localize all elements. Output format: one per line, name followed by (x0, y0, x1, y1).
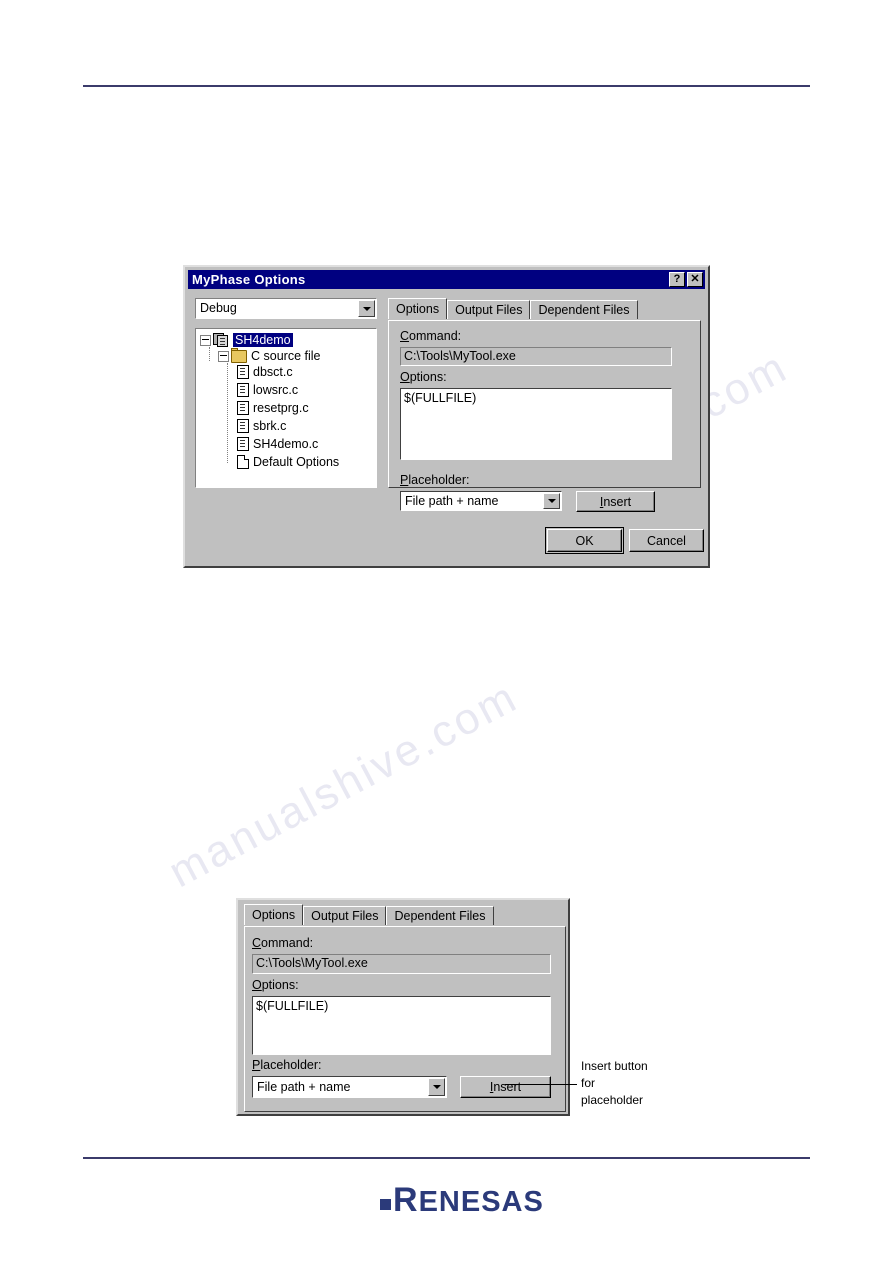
collapse-toggle-icon[interactable] (218, 350, 229, 362)
placeholder-label: Placeholder: (400, 473, 470, 487)
options-textarea[interactable]: $(FULLFILE) (400, 388, 672, 460)
options-textarea[interactable]: $(FULLFILE) (252, 996, 551, 1055)
placeholder-combo-value: File path + name (257, 1080, 351, 1094)
placeholder-combo[interactable]: File path + name (400, 491, 562, 511)
project-tree[interactable]: SH4demo C source file dbsct.c lowsrc.c r… (195, 328, 377, 488)
cancel-button-label: Cancel (647, 533, 686, 548)
renesas-cap: R (393, 1181, 419, 1219)
renesas-wordmark: RENESAS (393, 1183, 544, 1217)
tree-connector (209, 347, 210, 361)
insert-button[interactable]: Insert (576, 491, 655, 512)
ok-button-label: OK (575, 533, 594, 548)
ok-button[interactable]: OK (545, 527, 624, 554)
renesas-mark-icon (380, 1198, 391, 1210)
options-label: Options: (252, 978, 299, 992)
watermark-text: manualshive.com (160, 671, 526, 898)
list-item[interactable]: dbsct.c (234, 364, 293, 380)
tab-dependent-files[interactable]: Dependent Files (530, 300, 638, 319)
tab-options-label: Options (396, 302, 440, 316)
tree-node-folder[interactable]: C source file (218, 347, 321, 364)
annotation-line-3: placeholder (581, 1093, 644, 1107)
myphase-options-dialog[interactable]: MyPhase Options ? ✕ Debug SH4demo C sour (183, 265, 710, 568)
insert-button[interactable]: Insert (460, 1076, 551, 1098)
list-item[interactable]: sbrk.c (234, 418, 286, 434)
tab-options[interactable]: Options (244, 904, 304, 925)
tab-dependent-files-label: Dependent Files (538, 303, 630, 317)
collapse-toggle-icon[interactable] (200, 334, 211, 346)
project-icon (213, 333, 229, 347)
tab-options-label: Options (252, 908, 296, 922)
renesas-rest: ENESAS (418, 1186, 544, 1218)
command-label: Command: (252, 936, 314, 950)
placeholder-combo-value: File path + name (405, 494, 499, 508)
command-field[interactable]: C:\Tools\MyTool.exe (400, 347, 672, 366)
annotation-label: Insert button for placeholder (581, 1058, 648, 1109)
dialog-titlebar[interactable]: MyPhase Options ? ✕ (188, 270, 705, 289)
tab-options[interactable]: Options (388, 298, 448, 319)
dialog-title: MyPhase Options (192, 272, 306, 287)
list-item[interactable]: SH4demo.c (234, 436, 318, 452)
chevron-down-icon[interactable] (543, 493, 560, 509)
tab-dependent-files[interactable]: Dependent Files (386, 906, 494, 925)
tab-bar[interactable]: Options Output Files Dependent Files (388, 298, 638, 319)
tree-node-label: lowsrc.c (253, 383, 299, 397)
folder-icon (231, 347, 247, 363)
options-label: Options: (400, 370, 447, 384)
tab-output-files-label: Output Files (311, 909, 379, 923)
placeholder-label: Placeholder: (252, 1058, 322, 1072)
tree-node-label: Default Options (253, 455, 340, 469)
annotation-leader-line (505, 1084, 577, 1085)
tree-node-label-root: SH4demo (233, 333, 293, 347)
close-button[interactable]: ✕ (687, 272, 703, 287)
configuration-combo-value: Debug (200, 301, 237, 315)
help-button[interactable]: ? (669, 272, 685, 287)
blank-file-icon (237, 455, 249, 469)
list-item[interactable]: lowsrc.c (234, 382, 298, 398)
c-file-icon (237, 419, 249, 433)
list-item[interactable]: resetprg.c (234, 400, 309, 416)
c-file-icon (237, 401, 249, 415)
footer-rule (83, 1157, 810, 1159)
configuration-combo[interactable]: Debug (195, 298, 377, 319)
annotation-line-2: for (581, 1076, 596, 1090)
tab-bar[interactable]: Options Output Files Dependent Files (244, 904, 494, 925)
placeholder-combo[interactable]: File path + name (252, 1076, 447, 1098)
tree-node-label: dbsct.c (253, 365, 293, 379)
header-rule (83, 85, 810, 87)
tree-node-root[interactable]: SH4demo (200, 332, 293, 348)
tab-output-files[interactable]: Output Files (447, 300, 531, 319)
command-label: Command: (400, 329, 462, 343)
tree-connector (227, 363, 228, 463)
chevron-down-icon[interactable] (358, 300, 375, 317)
renesas-logo: RENESAS (380, 1183, 544, 1217)
cancel-button[interactable]: Cancel (629, 529, 704, 552)
tree-node-label: sbrk.c (253, 419, 287, 433)
c-file-icon (237, 365, 249, 379)
tree-node-label: resetprg.c (253, 401, 309, 415)
annotation-line-1: Insert button (581, 1059, 648, 1073)
c-file-icon (237, 437, 249, 451)
tab-output-files[interactable]: Output Files (303, 906, 387, 925)
tree-node-label: SH4demo.c (253, 437, 319, 451)
tab-dependent-files-label: Dependent Files (394, 909, 486, 923)
list-item[interactable]: Default Options (234, 454, 339, 470)
tab-output-files-label: Output Files (455, 303, 523, 317)
chevron-down-icon[interactable] (428, 1078, 445, 1096)
c-file-icon (237, 383, 249, 397)
tree-node-label-folder: C source file (251, 349, 321, 363)
command-field[interactable]: C:\Tools\MyTool.exe (252, 954, 551, 974)
